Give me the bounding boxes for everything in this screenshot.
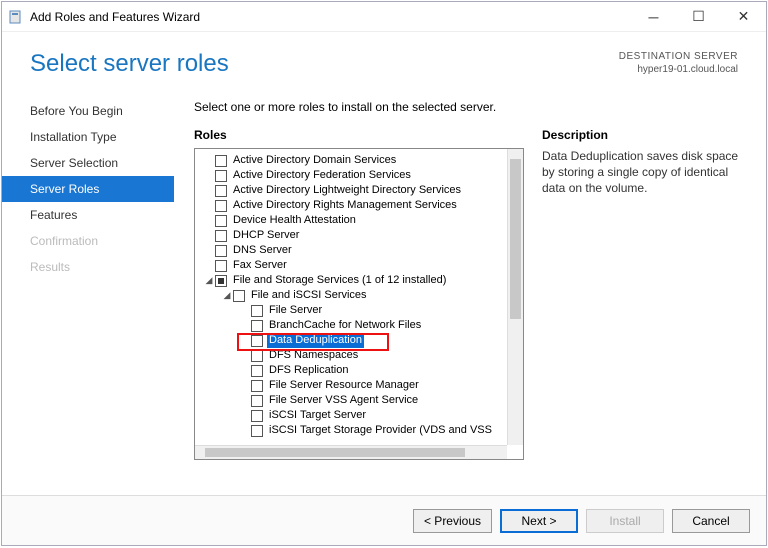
previous-button[interactable]: < Previous bbox=[413, 509, 492, 533]
role-label[interactable]: File Server bbox=[267, 303, 324, 318]
window-title: Add Roles and Features Wizard bbox=[30, 10, 200, 24]
role-checkbox[interactable] bbox=[251, 335, 263, 347]
role-node[interactable]: ▶Fax Server bbox=[195, 258, 507, 273]
instruction-text: Select one or more roles to install on t… bbox=[194, 100, 752, 114]
role-checkbox[interactable] bbox=[251, 395, 263, 407]
expand-arrow-icon[interactable]: ◢ bbox=[203, 273, 215, 288]
description-heading: Description bbox=[542, 128, 746, 142]
horizontal-scrollbar[interactable] bbox=[195, 445, 507, 459]
role-node[interactable]: ▶iSCSI Target Storage Provider (VDS and … bbox=[195, 423, 507, 438]
role-checkbox[interactable] bbox=[215, 245, 227, 257]
role-checkbox[interactable] bbox=[215, 155, 227, 167]
role-label[interactable]: Fax Server bbox=[231, 258, 289, 273]
content-area: Select one or more roles to install on t… bbox=[174, 84, 766, 495]
role-label[interactable]: BranchCache for Network Files bbox=[267, 318, 423, 333]
expand-arrow-icon[interactable]: ◢ bbox=[221, 288, 233, 303]
role-checkbox[interactable] bbox=[215, 200, 227, 212]
role-checkbox[interactable] bbox=[233, 290, 245, 302]
nav-item-before-you-begin[interactable]: Before You Begin bbox=[2, 98, 174, 124]
role-node[interactable]: ▶Active Directory Rights Management Serv… bbox=[195, 198, 507, 213]
wizard-footer: < Previous Next > Install Cancel bbox=[2, 495, 766, 545]
role-node[interactable]: ▶DFS Replication bbox=[195, 363, 507, 378]
role-checkbox[interactable] bbox=[215, 170, 227, 182]
role-node[interactable]: ▶File Server Resource Manager bbox=[195, 378, 507, 393]
role-label[interactable]: Active Directory Rights Management Servi… bbox=[231, 198, 459, 213]
main-area: Before You BeginInstallation TypeServer … bbox=[2, 84, 766, 495]
roles-heading: Roles bbox=[194, 128, 524, 142]
role-checkbox[interactable] bbox=[215, 275, 227, 287]
nav-item-results: Results bbox=[2, 254, 174, 280]
role-checkbox[interactable] bbox=[215, 260, 227, 272]
wizard-window: Add Roles and Features Wizard ─ ☐ ✕ Sele… bbox=[1, 1, 767, 546]
role-label[interactable]: Active Directory Domain Services bbox=[231, 153, 398, 168]
header: Select server roles DESTINATION SERVER h… bbox=[2, 32, 766, 84]
role-label[interactable]: iSCSI Target Server bbox=[267, 408, 368, 423]
cancel-button[interactable]: Cancel bbox=[672, 509, 750, 533]
role-node[interactable]: ▶File Server bbox=[195, 303, 507, 318]
nav-item-confirmation: Confirmation bbox=[2, 228, 174, 254]
role-checkbox[interactable] bbox=[251, 380, 263, 392]
role-node[interactable]: ▶Active Directory Lightweight Directory … bbox=[195, 183, 507, 198]
wizard-nav: Before You BeginInstallation TypeServer … bbox=[2, 84, 174, 495]
page-title: Select server roles bbox=[30, 50, 619, 78]
app-icon bbox=[8, 9, 24, 25]
role-checkbox[interactable] bbox=[215, 230, 227, 242]
nav-item-server-selection[interactable]: Server Selection bbox=[2, 150, 174, 176]
role-label[interactable]: DFS Namespaces bbox=[267, 348, 360, 363]
install-button[interactable]: Install bbox=[586, 509, 664, 533]
role-label[interactable]: DHCP Server bbox=[231, 228, 301, 243]
roles-tree: ▶Active Directory Domain Services▶Active… bbox=[194, 148, 524, 460]
role-checkbox[interactable] bbox=[251, 320, 263, 332]
destination-server: hyper19-01.cloud.local bbox=[619, 63, 738, 76]
role-node[interactable]: ▶Active Directory Domain Services bbox=[195, 153, 507, 168]
role-label[interactable]: File Server Resource Manager bbox=[267, 378, 421, 393]
role-node[interactable]: ▶Device Health Attestation bbox=[195, 213, 507, 228]
role-checkbox[interactable] bbox=[251, 410, 263, 422]
nav-item-server-roles[interactable]: Server Roles bbox=[2, 176, 174, 202]
minimize-button[interactable]: ─ bbox=[631, 2, 676, 32]
role-label[interactable]: Device Health Attestation bbox=[231, 213, 358, 228]
role-checkbox[interactable] bbox=[251, 350, 263, 362]
role-node[interactable]: ▶DNS Server bbox=[195, 243, 507, 258]
role-label[interactable]: iSCSI Target Storage Provider (VDS and V… bbox=[267, 423, 494, 438]
nav-item-features[interactable]: Features bbox=[2, 202, 174, 228]
role-checkbox[interactable] bbox=[251, 365, 263, 377]
vertical-scrollbar[interactable] bbox=[507, 149, 523, 445]
maximize-button[interactable]: ☐ bbox=[676, 2, 721, 32]
role-label[interactable]: File and iSCSI Services bbox=[249, 288, 369, 303]
role-label[interactable]: Active Directory Lightweight Directory S… bbox=[231, 183, 463, 198]
role-label[interactable]: Active Directory Federation Services bbox=[231, 168, 413, 183]
role-node[interactable]: ◢ File and Storage Services (1 of 12 inst… bbox=[195, 273, 507, 288]
role-checkbox[interactable] bbox=[215, 185, 227, 197]
role-node[interactable]: ▶File Server VSS Agent Service bbox=[195, 393, 507, 408]
role-label[interactable]: File and Storage Services (1 of 12 insta… bbox=[231, 273, 448, 288]
role-node[interactable]: ◢ File and iSCSI Services bbox=[195, 288, 507, 303]
role-node[interactable]: ▶Active Directory Federation Services bbox=[195, 168, 507, 183]
titlebar: Add Roles and Features Wizard ─ ☐ ✕ bbox=[2, 2, 766, 32]
role-checkbox[interactable] bbox=[251, 305, 263, 317]
description-text: Data Deduplication saves disk space by s… bbox=[542, 148, 746, 197]
role-label[interactable]: File Server VSS Agent Service bbox=[267, 393, 420, 408]
role-label[interactable]: Data Deduplication bbox=[267, 333, 364, 348]
role-node[interactable]: ▶DHCP Server bbox=[195, 228, 507, 243]
destination-info: DESTINATION SERVER hyper19-01.cloud.loca… bbox=[619, 50, 738, 76]
role-node[interactable]: ▶BranchCache for Network Files bbox=[195, 318, 507, 333]
role-node[interactable]: ▶iSCSI Target Server bbox=[195, 408, 507, 423]
role-checkbox[interactable] bbox=[215, 215, 227, 227]
nav-item-installation-type[interactable]: Installation Type bbox=[2, 124, 174, 150]
role-label[interactable]: DNS Server bbox=[231, 243, 294, 258]
destination-label: DESTINATION SERVER bbox=[619, 50, 738, 63]
next-button[interactable]: Next > bbox=[500, 509, 578, 533]
role-checkbox[interactable] bbox=[251, 425, 263, 437]
close-button[interactable]: ✕ bbox=[721, 2, 766, 32]
role-label[interactable]: DFS Replication bbox=[267, 363, 350, 378]
role-node[interactable]: ▶Data Deduplication bbox=[195, 333, 507, 348]
role-node[interactable]: ▶DFS Namespaces bbox=[195, 348, 507, 363]
